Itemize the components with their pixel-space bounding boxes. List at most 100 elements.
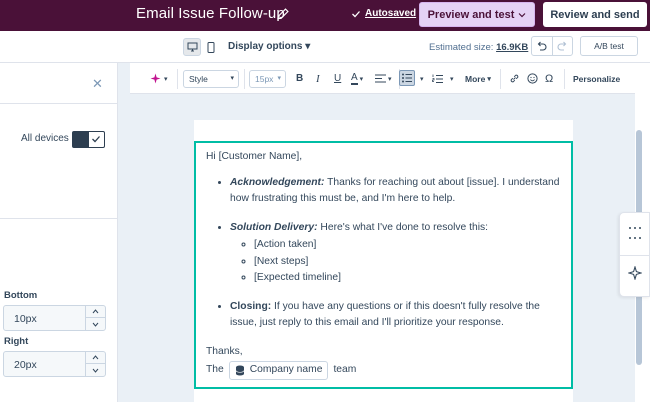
check-icon [92, 136, 100, 143]
sparkle-icon [150, 73, 161, 84]
panel-divider [0, 103, 118, 104]
review-and-send-button[interactable]: Review and send [543, 2, 647, 27]
company-token-label: Company name [249, 364, 323, 376]
list-item-title: Closing: [230, 300, 272, 312]
bulleted-list-button[interactable] [399, 70, 415, 86]
toolbar-divider [500, 69, 501, 89]
caret-down-icon[interactable]: ▾ [420, 63, 424, 94]
autosaved-link[interactable]: Autosaved [365, 8, 416, 19]
increment-button[interactable] [86, 352, 105, 364]
all-devices-label: All devices [21, 133, 69, 144]
bottom-padding-input[interactable]: 10px [3, 305, 106, 331]
caret-down-icon: ▾ [230, 75, 234, 82]
underline-button[interactable]: U [334, 63, 341, 94]
rich-text-module[interactable]: Hi [Customer Name], Acknowledgement: Tha… [194, 141, 573, 389]
decrement-button[interactable] [86, 364, 105, 376]
toolbar-divider [244, 69, 245, 89]
personalize-button[interactable]: Personalize [573, 63, 620, 94]
close-icon[interactable]: ✕ [92, 76, 103, 92]
special-character-icon[interactable]: Ω [545, 63, 553, 94]
database-icon [235, 365, 245, 376]
right-padding-value: 20px [14, 359, 37, 371]
desktop-preview-button[interactable] [183, 38, 201, 56]
undo-button[interactable] [532, 37, 553, 55]
autosaved-status: Autosaved [351, 8, 416, 19]
font-color-button[interactable]: A ▾ [351, 63, 363, 94]
floating-tools-panel [619, 212, 650, 297]
bulleted-list-icon [402, 73, 412, 83]
editor-subbar: Display options ▾ Estimated size: 16.9KB… [0, 31, 650, 63]
settings-panel: ✕ All devices Bottom 10px Right 20px [0, 63, 118, 402]
caret-down-icon: ▾ [388, 75, 392, 83]
toggle-knob [73, 132, 89, 147]
more-dropdown[interactable]: More ▾ [465, 63, 491, 94]
numbered-list-button[interactable] [432, 63, 443, 94]
italic-button[interactable]: I [316, 63, 320, 94]
bold-button[interactable]: B [296, 63, 303, 94]
display-options-dropdown[interactable]: Display options ▾ [228, 41, 310, 52]
align-left-icon [375, 74, 386, 83]
emoji-button[interactable] [527, 63, 538, 94]
font-color-glyph: A [351, 72, 358, 85]
caret-down-icon: ▾ [487, 75, 491, 83]
panel-divider [620, 255, 650, 256]
font-size-select[interactable]: 15px ▾ [249, 70, 286, 88]
increment-button[interactable] [86, 306, 105, 318]
right-padding-label: Right [4, 336, 29, 347]
sparkle-icon[interactable] [628, 266, 642, 280]
undo-icon [537, 41, 547, 51]
align-button[interactable]: ▾ [375, 63, 392, 94]
top-bar: Email Issue Follow-up Autosaved Preview … [0, 0, 650, 31]
bottom-padding-value: 10px [14, 313, 37, 325]
sub-list-item: [Expected timeline] [254, 270, 561, 287]
decrement-button[interactable] [86, 318, 105, 330]
ai-assistant-button[interactable]: ▾ [150, 63, 168, 94]
style-select[interactable]: Style ▾ [183, 70, 239, 88]
list-item: Acknowledgement: Thanks for reaching out… [230, 175, 561, 208]
undo-redo-group [531, 36, 573, 56]
right-padding-stepper [85, 352, 105, 376]
list-item-title: Acknowledgement: [230, 176, 325, 188]
team-line: The Company name team [206, 361, 561, 380]
drag-handle-icon[interactable] [628, 226, 642, 240]
caret-down-icon[interactable]: ▾ [450, 63, 454, 94]
panel-divider [0, 218, 118, 219]
chevron-down-icon [518, 12, 526, 17]
company-name-token[interactable]: Company name [228, 361, 329, 380]
numbered-list-icon [432, 74, 443, 83]
caret-down-icon: ▾ [359, 75, 364, 83]
mobile-preview-button[interactable] [202, 38, 220, 56]
list-item: Solution Delivery: Here's what I've done… [230, 220, 561, 287]
emoji-icon [527, 73, 538, 84]
list-item-title: Solution Delivery: [230, 221, 318, 233]
email-title[interactable]: Email Issue Follow-up [136, 5, 285, 22]
preview-label: Preview and test [427, 8, 515, 21]
desktop-icon [187, 42, 197, 52]
link-button[interactable] [509, 63, 520, 94]
redo-button[interactable] [553, 37, 573, 55]
email-signoff: Thanks, [206, 345, 243, 357]
bottom-padding-stepper [85, 306, 105, 330]
chevron-down-icon [92, 322, 99, 327]
toolbar-divider [564, 69, 565, 89]
all-devices-toggle[interactable] [72, 131, 105, 148]
redo-icon [557, 41, 567, 51]
pencil-icon[interactable] [276, 7, 290, 21]
estimated-size-value[interactable]: 16.9KB [496, 42, 528, 53]
display-options-label: Display options [228, 41, 303, 52]
right-padding-input[interactable]: 20px [3, 351, 106, 377]
ab-test-button[interactable]: A/B test [580, 36, 638, 56]
link-icon [510, 74, 519, 83]
preview-and-test-button[interactable]: Preview and test [419, 2, 535, 27]
team-suffix: team [333, 364, 357, 376]
email-bullet-list: Acknowledgement: Thanks for reaching out… [230, 175, 561, 332]
check-icon [352, 10, 360, 17]
estimated-size-label: Estimated size: [429, 42, 494, 53]
caret-down-icon: ▾ [164, 75, 168, 83]
rich-text-toolbar: ▾ Style ▾ 15px ▾ B I U A ▾ ▾ ▾ ▾ More ▾ Ω P… [130, 63, 635, 94]
mobile-icon [207, 41, 215, 53]
font-size-value: 15px [255, 74, 274, 84]
toolbar-divider [177, 69, 178, 89]
chevron-up-icon [92, 309, 99, 314]
bottom-padding-label: Bottom [4, 290, 38, 301]
